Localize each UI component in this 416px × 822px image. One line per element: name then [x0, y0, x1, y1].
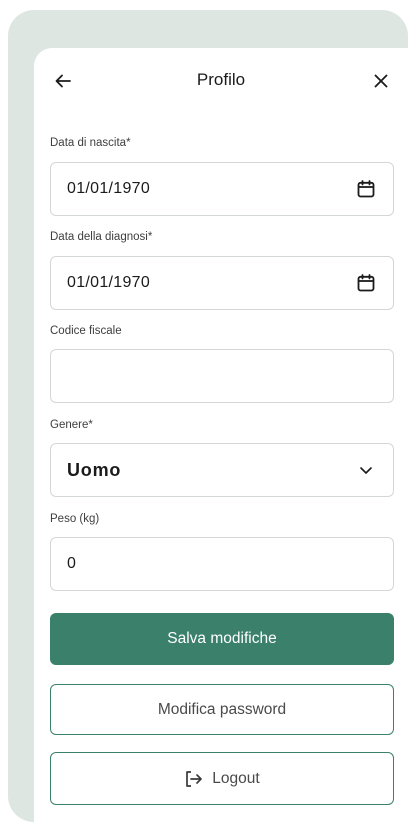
weight-label: Peso (kg)	[50, 513, 100, 525]
birth-date-field[interactable]: 01/01/1970	[50, 162, 394, 216]
gender-value: Uomo	[67, 459, 122, 480]
close-button[interactable]	[368, 68, 394, 94]
birth-date-value: 01/01/1970	[67, 180, 151, 197]
logout-icon	[186, 770, 203, 787]
header: Profilo	[34, 48, 408, 116]
profile-panel: Profilo Data di nascita* 01/01/1970 Data…	[34, 48, 408, 822]
tax-code-label: Codice fiscale	[50, 325, 122, 337]
gender-select[interactable]: Uomo	[50, 443, 394, 497]
weight-input[interactable]: 0	[50, 537, 394, 591]
logout-content: Logout	[184, 769, 260, 788]
change-password-button[interactable]: Modifica password	[50, 684, 394, 735]
diagnosis-date-value: 01/01/1970	[67, 274, 151, 291]
diagnosis-date-field[interactable]: 01/01/1970	[50, 256, 394, 310]
chevron-down-icon	[355, 459, 377, 481]
close-icon	[374, 74, 388, 88]
diagnosis-date-label: Data della diagnosi*	[50, 231, 153, 243]
logout-label: Logout	[212, 769, 260, 787]
gender-label: Genere*	[50, 419, 93, 431]
page-title: Profilo	[196, 70, 246, 89]
device-frame: Profilo Data di nascita* 01/01/1970 Data…	[8, 10, 408, 822]
birth-date-label: Data di nascita*	[50, 137, 131, 149]
weight-value: 0	[67, 555, 77, 572]
logout-button[interactable]: Logout	[50, 752, 394, 805]
save-button[interactable]: Salva modifiche	[50, 613, 394, 665]
calendar-icon[interactable]	[355, 272, 377, 294]
tax-code-input[interactable]	[50, 349, 394, 403]
calendar-icon[interactable]	[355, 178, 377, 200]
